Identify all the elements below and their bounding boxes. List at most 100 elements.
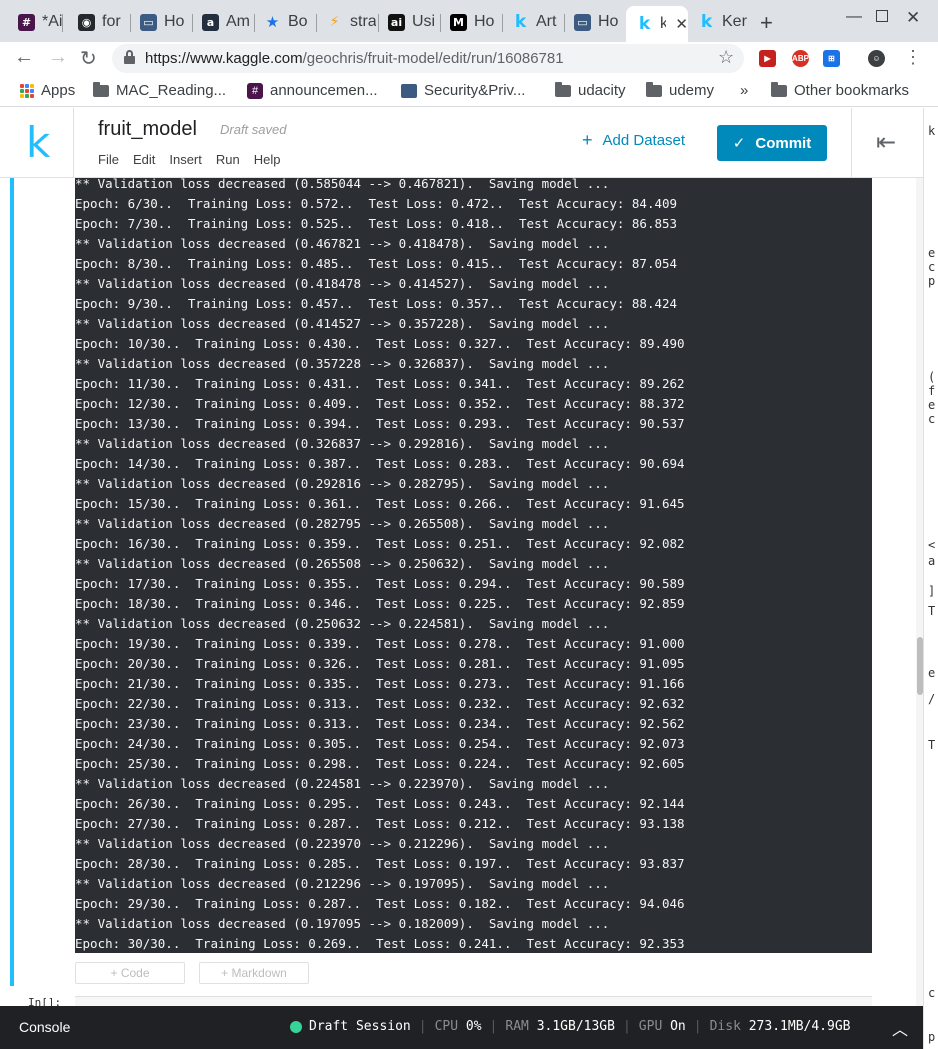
browser-tab[interactable]: ◉ for <box>68 6 128 38</box>
bookmark-apps[interactable]: Apps <box>20 82 75 99</box>
clipped-text-fragment: p <box>928 1030 936 1044</box>
clipped-text-fragment: k <box>928 124 936 138</box>
menu-file[interactable]: File <box>98 152 119 167</box>
epoch-log-line: Epoch: 9/30.. Training Loss: 0.457.. Tes… <box>75 296 678 311</box>
epoch-log-line: Epoch: 14/30.. Training Loss: 0.387.. Te… <box>75 456 685 471</box>
validation-log-line: ** Validation loss decreased (0.585044 -… <box>75 178 610 191</box>
collapse-sidebar-icon[interactable]: ⇤ <box>876 128 896 157</box>
bookmarks-overflow-button[interactable]: » <box>740 82 748 99</box>
browser-tab[interactable]: k k ✕ <box>626 6 688 42</box>
bookmark-star-icon[interactable]: ☆ <box>718 47 734 68</box>
minimize-icon[interactable]: — <box>846 8 862 26</box>
browser-tab-title: for <box>102 13 121 30</box>
bookmark-mac-reading[interactable]: MAC_Reading... <box>93 81 227 99</box>
browser-tab[interactable]: # *Ai <box>8 6 68 38</box>
browser-tab[interactable]: ai Usi <box>378 6 438 38</box>
add-dataset-button[interactable]: + Add Dataset <box>582 131 685 149</box>
kaggle-logo[interactable]: k <box>26 118 50 167</box>
address-bar[interactable]: https://www.kaggle.com/geochris/fruit-mo… <box>112 44 744 73</box>
validation-log-line: ** Validation loss decreased (0.418478 -… <box>75 276 610 291</box>
epoch-log-line: Epoch: 12/30.. Training Loss: 0.409.. Te… <box>75 396 685 411</box>
browser-tab-title: k <box>660 15 667 32</box>
epoch-log-line: Epoch: 19/30.. Training Loss: 0.339.. Te… <box>75 636 685 651</box>
console-toggle[interactable]: Console <box>19 1019 70 1035</box>
extension-red-icon[interactable]: ▶ <box>759 50 776 67</box>
new-tab-button[interactable]: + <box>760 10 773 36</box>
epoch-log-line: Epoch: 8/30.. Training Loss: 0.485.. Tes… <box>75 256 678 271</box>
clipped-text-fragment: ( <box>928 370 936 384</box>
next-code-cell[interactable] <box>75 996 872 1006</box>
clipped-text-fragment: T <box>928 738 936 752</box>
forward-arrow-icon[interactable]: → <box>48 46 68 69</box>
url-text[interactable]: https://www.kaggle.com/geochris/fruit-mo… <box>145 50 564 67</box>
browser-tab-title: Ho <box>164 13 185 30</box>
menu-help[interactable]: Help <box>254 152 281 167</box>
star-icon: ★ <box>265 13 280 31</box>
browser-tab[interactable]: ★ Bo <box>254 6 314 38</box>
cell-output[interactable]: ** Validation loss decreased (0.585044 -… <box>75 178 872 953</box>
notebook-title[interactable]: fruit_model <box>98 118 197 141</box>
epoch-log-line: Epoch: 30/30.. Training Loss: 0.269.. Te… <box>75 936 685 951</box>
browser-tab[interactable]: k Ker <box>688 6 748 38</box>
menu-run[interactable]: Run <box>216 152 240 167</box>
epoch-log-line: Epoch: 15/30.. Training Loss: 0.361.. Te… <box>75 496 685 511</box>
validation-log-line: ** Validation loss decreased (0.282795 -… <box>75 516 610 531</box>
address-toolbar: ← → ↻ https://www.kaggle.com/geochris/fr… <box>0 42 938 75</box>
kaggle-logo-container[interactable]: k <box>0 108 74 178</box>
bookmark-other[interactable]: Other bookmarks <box>771 81 909 99</box>
bolt-icon: ⚡ <box>329 14 340 30</box>
commit-button[interactable]: ✓ Commit <box>717 125 827 161</box>
browser-tab[interactable]: M Ho <box>440 6 500 38</box>
disk-value: 273.1MB/4.9GB <box>748 1019 851 1034</box>
epoch-log-line: Epoch: 10/30.. Training Loss: 0.430.. Te… <box>75 336 685 351</box>
bookmark-udacity[interactable]: udacity <box>555 81 626 99</box>
validation-log-line: ** Validation loss decreased (0.467821 -… <box>75 236 610 251</box>
back-arrow-icon[interactable]: ← <box>14 46 34 69</box>
amazon-icon: a <box>202 13 219 31</box>
clipped-text-fragment: < <box>928 538 936 552</box>
browser-tab[interactable]: k Art <box>502 6 562 38</box>
bookmark-label: MAC_Reading... <box>116 82 227 99</box>
scrollbar-track[interactable] <box>916 178 923 1006</box>
browser-tab-title: Ho <box>598 13 619 30</box>
kaggle-icon: k <box>514 12 527 32</box>
validation-log-line: ** Validation loss decreased (0.265508 -… <box>75 556 610 571</box>
profile-avatar[interactable]: ☺ <box>868 50 885 67</box>
bookmark-label: udemy <box>669 82 715 99</box>
epoch-log-line: Epoch: 7/30.. Training Loss: 0.525.. Tes… <box>75 216 678 231</box>
chevron-up-icon[interactable]: ︿ <box>892 1016 908 1040</box>
bookmark-announcements[interactable]: # announcemen... <box>247 82 378 99</box>
browser-tab-title: Ho <box>474 13 495 30</box>
checkmark-icon: ✓ <box>732 134 746 152</box>
reload-icon[interactable]: ↻ <box>80 46 97 71</box>
medium-icon: M <box>450 13 467 31</box>
browser-tab[interactable]: ▭ Ho <box>130 6 190 38</box>
browser-tab[interactable]: ▭ Ho <box>564 6 624 38</box>
session-label[interactable]: Draft Session <box>309 1019 411 1034</box>
status-bar: Console Draft Session | CPU 0% | RAM 3.1… <box>0 1006 923 1049</box>
close-window-icon[interactable]: ✕ <box>906 8 920 28</box>
adblock-icon[interactable]: ABP <box>792 50 809 67</box>
menu-insert[interactable]: Insert <box>169 152 202 167</box>
maximize-icon[interactable] <box>876 10 888 22</box>
gpu-label: GPU <box>638 1019 663 1034</box>
add-code-cell-button[interactable]: + Code <box>75 962 185 984</box>
tab-close-icon[interactable]: ✕ <box>675 15 688 33</box>
clipped-text-fragment: e <box>928 398 936 412</box>
bookmark-udemy[interactable]: udemy <box>646 81 715 99</box>
epoch-log-line: Epoch: 26/30.. Training Loss: 0.295.. Te… <box>75 796 685 811</box>
bookmark-label: udacity <box>578 82 626 99</box>
folder-icon <box>646 81 662 97</box>
menu-edit[interactable]: Edit <box>133 152 155 167</box>
tab-separator <box>62 14 63 32</box>
clipped-text-fragment: c <box>928 412 936 426</box>
browser-tab[interactable]: ⚡ stra <box>316 6 376 38</box>
add-markdown-cell-button[interactable]: + Markdown <box>199 962 309 984</box>
window-icon: ▭ <box>574 13 591 31</box>
notebook-menubar: File Edit Insert Run Help <box>98 152 280 167</box>
extension-blue-icon[interactable]: ⊞ <box>823 50 840 67</box>
browser-menu-icon[interactable]: ⋮ <box>904 47 922 68</box>
chevron-right-icon: » <box>740 82 749 99</box>
browser-tab[interactable]: a Am <box>192 6 252 38</box>
bookmark-security[interactable]: Security&Priv... <box>401 82 525 99</box>
